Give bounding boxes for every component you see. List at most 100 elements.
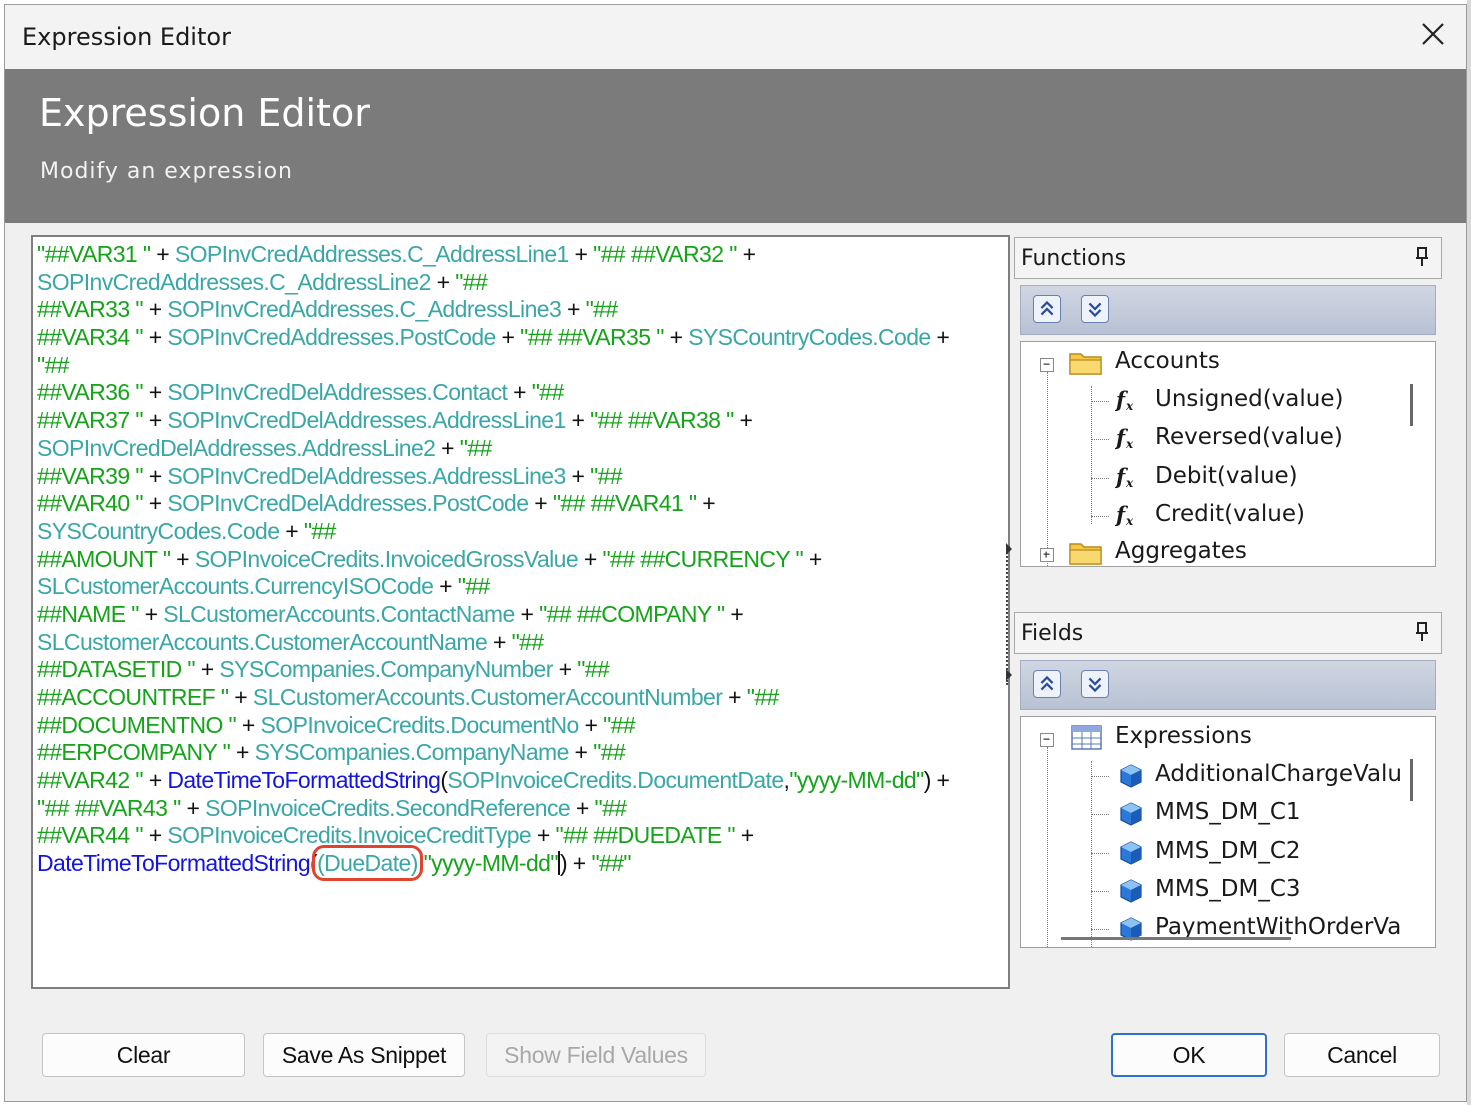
string-literal: "## bbox=[455, 268, 488, 295]
clear-button[interactable]: Clear bbox=[42, 1033, 245, 1077]
operator: + bbox=[722, 684, 747, 710]
operator: + bbox=[495, 324, 521, 351]
pin-icon[interactable] bbox=[1415, 622, 1429, 642]
operator: + bbox=[142, 296, 168, 323]
field-item[interactable]: MMS_DM_C3 bbox=[1083, 872, 1423, 910]
code-line[interactable]: ##DATASETID " + SYSCompanies.CompanyNumb… bbox=[37, 656, 949, 684]
operator: + bbox=[531, 822, 556, 849]
operator: + bbox=[578, 545, 603, 572]
code-line[interactable]: "## bbox=[37, 352, 949, 380]
string-literal: ##VAR33 " bbox=[37, 296, 144, 323]
pin-icon[interactable] bbox=[1415, 247, 1429, 267]
code-line[interactable]: ##ACCOUNTREF " + SLCustomerAccounts.Cust… bbox=[37, 684, 949, 712]
code-line[interactable]: ##NAME " + SLCustomerAccounts.ContactNam… bbox=[37, 601, 949, 629]
expression-code[interactable]: "##VAR31 " + SOPInvCredAddresses.C_Addre… bbox=[37, 241, 950, 882]
fields-panel: Fields Expressions AdditionalChargeValu … bbox=[1014, 612, 1442, 984]
svg-text:x: x bbox=[1125, 476, 1134, 490]
code-line[interactable]: ##VAR39 " + SOPInvCredDelAddresses.Addre… bbox=[37, 463, 949, 491]
field-reference: SLCustomerAccounts.CustomerAccountNumber bbox=[252, 684, 723, 710]
save-as-snippet-button[interactable]: Save As Snippet bbox=[263, 1033, 465, 1077]
function-item-label: Credit(value) bbox=[1155, 500, 1305, 527]
functions-panel-title: Functions bbox=[1021, 246, 1127, 271]
tree-group-accounts[interactable]: Accounts bbox=[1039, 344, 1409, 382]
collapse-all-icon[interactable] bbox=[1033, 670, 1061, 698]
field-reference: SOPInvCredDelAddresses.AddressLine2 bbox=[37, 434, 436, 461]
vertical-scrollbar[interactable] bbox=[1410, 384, 1413, 426]
code-line[interactable]: SYSCountryCodes.Code + "## bbox=[37, 518, 949, 546]
horizontal-scrollbar[interactable] bbox=[1061, 937, 1291, 940]
function-item[interactable]: f x Debit(value) bbox=[1083, 459, 1413, 497]
tree-group-expressions[interactable]: Expressions bbox=[1039, 719, 1409, 757]
panel-splitter[interactable] bbox=[1006, 545, 1010, 685]
field-reference: SOPInvCredDelAddresses.AddressLine3 bbox=[167, 462, 566, 489]
function-item[interactable]: f x Reversed(value) bbox=[1083, 420, 1413, 458]
string-literal: ##VAR36 " bbox=[37, 379, 144, 406]
tree-line bbox=[1091, 814, 1109, 816]
vertical-scrollbar[interactable] bbox=[1410, 759, 1413, 801]
code-line[interactable]: SOPInvCredDelAddresses.AddressLine2 + "#… bbox=[37, 435, 949, 463]
highlighted-field-reference: (DueDate) bbox=[312, 845, 423, 882]
tree-group-aggregates[interactable]: Aggregates bbox=[1039, 534, 1409, 566]
code-line[interactable]: "##VAR31 " + SOPInvCredAddresses.C_Addre… bbox=[37, 241, 949, 269]
operator: ) + bbox=[559, 850, 592, 877]
operator: + bbox=[180, 794, 206, 821]
expression-text-area[interactable]: "##VAR31 " + SOPInvCredAddresses.C_Addre… bbox=[31, 235, 1010, 989]
field-reference: SOPInvoiceCredits.InvoiceCreditType bbox=[167, 822, 532, 849]
code-line[interactable]: ##VAR33 " + SOPInvCredAddresses.C_Addres… bbox=[37, 296, 949, 324]
operator: + bbox=[142, 462, 168, 489]
splitter-arrow-icon[interactable] bbox=[1006, 543, 1012, 555]
code-line[interactable]: ##VAR42 " + DateTimeToFormattedString(SO… bbox=[37, 767, 950, 795]
string-literal: "## bbox=[594, 794, 628, 821]
code-line[interactable]: ##AMOUNT " + SOPInvoiceCredits.InvoicedG… bbox=[37, 546, 949, 574]
code-line[interactable]: ##VAR36 " + SOPInvCredDelAddresses.Conta… bbox=[37, 379, 949, 407]
operator: + bbox=[568, 739, 594, 766]
field-item[interactable]: MMS_DM_C2 bbox=[1083, 834, 1423, 872]
operator: + bbox=[142, 767, 168, 794]
code-line[interactable]: SLCustomerAccounts.CustomerAccountName +… bbox=[37, 629, 949, 657]
tree-group-label: Accounts bbox=[1115, 348, 1220, 374]
expand-all-icon[interactable] bbox=[1081, 670, 1109, 698]
tree-line bbox=[1091, 890, 1109, 892]
code-line[interactable]: ##VAR34 " + SOPInvCredAddresses.PostCode… bbox=[37, 324, 950, 352]
string-literal: "## ##VAR43 " bbox=[37, 794, 181, 821]
string-literal: ##NAME " bbox=[37, 600, 139, 627]
functions-tree[interactable]: Accounts f x Unsigned(value) f x Reversed(val… bbox=[1020, 341, 1436, 567]
field-item[interactable]: PaymentWithOrderVa bbox=[1083, 910, 1423, 947]
operator: + bbox=[528, 490, 553, 517]
show-field-values-button[interactable]: Show Field Values bbox=[486, 1033, 706, 1077]
code-line[interactable]: ##VAR44 " + SOPInvoiceCredits.InvoiceCre… bbox=[37, 822, 949, 850]
tree-line bbox=[1091, 776, 1109, 777]
expand-node-icon[interactable] bbox=[1040, 548, 1054, 562]
string-literal: ##VAR42 " bbox=[37, 767, 144, 794]
function-item[interactable]: f x Credit(value) bbox=[1083, 497, 1413, 535]
operator: + bbox=[433, 573, 458, 600]
close-icon[interactable] bbox=[1418, 19, 1448, 49]
field-icon bbox=[1119, 878, 1143, 910]
code-line[interactable]: DateTimeToFormattedString((DueDate),"yyy… bbox=[37, 845, 949, 882]
code-line[interactable]: ##VAR40 " + SOPInvCredDelAddresses.PostC… bbox=[37, 490, 949, 518]
string-literal: "## bbox=[585, 296, 619, 323]
expand-all-icon[interactable] bbox=[1081, 295, 1109, 323]
function-item-label: Debit(value) bbox=[1155, 462, 1298, 489]
collapse-node-icon[interactable] bbox=[1040, 733, 1054, 747]
function-item[interactable]: f x Unsigned(value) bbox=[1083, 382, 1413, 420]
fields-tree[interactable]: Expressions AdditionalChargeValu MMS_DM_C… bbox=[1020, 716, 1436, 948]
cancel-button[interactable]: Cancel bbox=[1284, 1033, 1440, 1077]
field-item[interactable]: MMS_DM_C1 bbox=[1083, 795, 1423, 833]
splitter-arrow-icon[interactable] bbox=[1006, 669, 1012, 681]
collapse-node-icon[interactable] bbox=[1040, 358, 1054, 372]
string-literal: "## ##COMPANY " bbox=[539, 600, 725, 627]
code-line[interactable]: SOPInvCredAddresses.C_AddressLine2 + "## bbox=[37, 269, 949, 297]
code-line[interactable]: ##VAR37 " + SOPInvCredDelAddresses.Addre… bbox=[37, 407, 949, 435]
field-item[interactable]: AdditionalChargeValu bbox=[1083, 757, 1423, 795]
code-line[interactable]: SLCustomerAccounts.CurrencyISOCode + "## bbox=[37, 573, 949, 601]
functions-toolbar bbox=[1020, 285, 1436, 335]
function-name: DateTimeToFormattedString bbox=[37, 850, 311, 877]
operator: + bbox=[552, 656, 578, 683]
code-line[interactable]: ##DOCUMENTNO " + SOPInvoiceCredits.Docum… bbox=[37, 712, 949, 740]
collapse-all-icon[interactable] bbox=[1033, 295, 1061, 323]
ok-button[interactable]: OK bbox=[1111, 1033, 1267, 1077]
code-line[interactable]: ##ERPCOMPANY " + SYSCompanies.CompanyNam… bbox=[37, 739, 949, 767]
field-reference: SOPInvCredAddresses.PostCode bbox=[167, 324, 496, 351]
code-line[interactable]: "## ##VAR43 " + SOPInvoiceCredits.Second… bbox=[37, 795, 949, 823]
